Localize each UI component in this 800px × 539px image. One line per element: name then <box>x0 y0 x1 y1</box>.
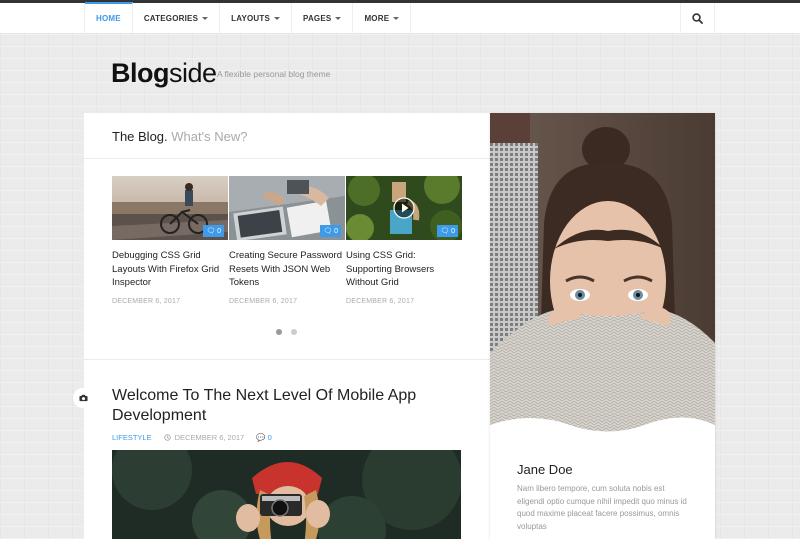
nav-layouts-label: LAYOUTS <box>231 14 271 23</box>
slide-card[interactable]: 🗨 0 Using CSS Grid: Supporting Browsers … <box>346 176 462 305</box>
site-logo[interactable]: Blogside <box>111 58 217 89</box>
slide-title[interactable]: Using CSS Grid: Supporting Browsers With… <box>346 249 462 290</box>
author-widget: Jane Doe Nam libero tempore, cum soluta … <box>490 113 715 539</box>
post-format-badge <box>73 388 93 408</box>
search-button[interactable] <box>680 3 714 34</box>
author-name: Jane Doe <box>517 462 573 477</box>
comment-count: 0 <box>217 227 221 235</box>
comment-badge: 🗨 0 <box>320 225 341 237</box>
post-title[interactable]: Welcome To The Next Level Of Mobile App … <box>112 386 432 426</box>
author-portrait <box>490 113 715 453</box>
comment-icon: 🗨 <box>440 228 450 235</box>
play-icon[interactable] <box>393 197 415 219</box>
comment-icon: 💬 <box>256 433 266 442</box>
author-photo <box>490 113 715 453</box>
slider-dot[interactable] <box>276 329 282 335</box>
photographer-photo <box>112 450 461 539</box>
slide-thumbnail[interactable]: 🗨 0 <box>112 176 228 240</box>
post-date: DECEMBER 6, 2017 <box>174 433 245 442</box>
slide-card[interactable]: 🗨 0 Debugging CSS Grid Layouts With Fire… <box>112 176 228 305</box>
slide-date: DECEMBER 6, 2017 <box>112 297 181 305</box>
section-title-main: The Blog. <box>112 129 168 144</box>
nav-pages-label: PAGES <box>303 14 332 23</box>
camera-icon <box>78 394 88 402</box>
post-category[interactable]: LIFESTYLE <box>112 433 152 442</box>
main-navbar: HOME CATEGORIES LAYOUTS PAGES MORE <box>0 2 800 34</box>
blog-card: The Blog. What's New? 🗨 0 Debugging CSS … <box>84 113 490 539</box>
nav-more[interactable]: MORE <box>353 3 412 34</box>
comment-badge: 🗨 0 <box>203 225 224 237</box>
divider <box>84 359 490 360</box>
post-featured-image[interactable] <box>112 450 461 539</box>
nav-more-label: MORE <box>364 14 390 23</box>
nav-layouts[interactable]: LAYOUTS <box>220 3 293 34</box>
logo-light: side <box>169 58 217 88</box>
site-tagline: A flexible personal blog theme <box>217 69 331 79</box>
nav-menu: HOME CATEGORIES LAYOUTS PAGES MORE <box>84 2 715 34</box>
comment-badge: 🗨 0 <box>437 225 458 237</box>
chevron-down-icon <box>274 17 281 20</box>
clock-icon <box>163 434 171 441</box>
slide-date: DECEMBER 6, 2017 <box>229 297 298 305</box>
nav-home[interactable]: HOME <box>85 2 133 33</box>
chevron-down-icon <box>202 17 209 20</box>
chevron-down-icon <box>393 17 400 20</box>
divider <box>84 158 490 159</box>
search-icon <box>692 13 703 24</box>
nav-categories-label: CATEGORIES <box>143 14 199 23</box>
comment-count: 0 <box>451 227 455 235</box>
logo-bold: Blog <box>111 58 170 88</box>
slide-card[interactable]: 🗨 0 Creating Secure Password Resets With… <box>229 176 345 305</box>
section-title: The Blog. What's New? <box>112 129 247 144</box>
post-comments[interactable]: 💬 0 <box>256 433 272 442</box>
comment-count: 0 <box>334 227 338 235</box>
nav-pages[interactable]: PAGES <box>292 3 354 34</box>
slider-pagination <box>276 329 297 335</box>
comment-icon: 🗨 <box>323 228 333 235</box>
nav-categories[interactable]: CATEGORIES <box>133 3 221 34</box>
section-title-sub: What's New? <box>171 129 248 144</box>
slide-title[interactable]: Debugging CSS Grid Layouts With Firefox … <box>112 249 228 290</box>
nav-home-label: HOME <box>96 14 121 23</box>
slide-thumbnail[interactable]: 🗨 0 <box>346 176 462 240</box>
chevron-down-icon <box>335 17 342 20</box>
slide-date: DECEMBER 6, 2017 <box>346 297 415 305</box>
post-comment-count: 0 <box>267 433 272 442</box>
slider-dot[interactable] <box>291 329 297 335</box>
slide-title[interactable]: Creating Secure Password Resets With JSO… <box>229 249 345 290</box>
author-bio: Nam libero tempore, cum soluta nobis est… <box>517 484 687 531</box>
post-meta: LIFESTYLE DECEMBER 6, 2017 💬 0 <box>112 433 272 442</box>
slide-thumbnail[interactable]: 🗨 0 <box>229 176 345 240</box>
comment-icon: 🗨 <box>206 228 216 235</box>
